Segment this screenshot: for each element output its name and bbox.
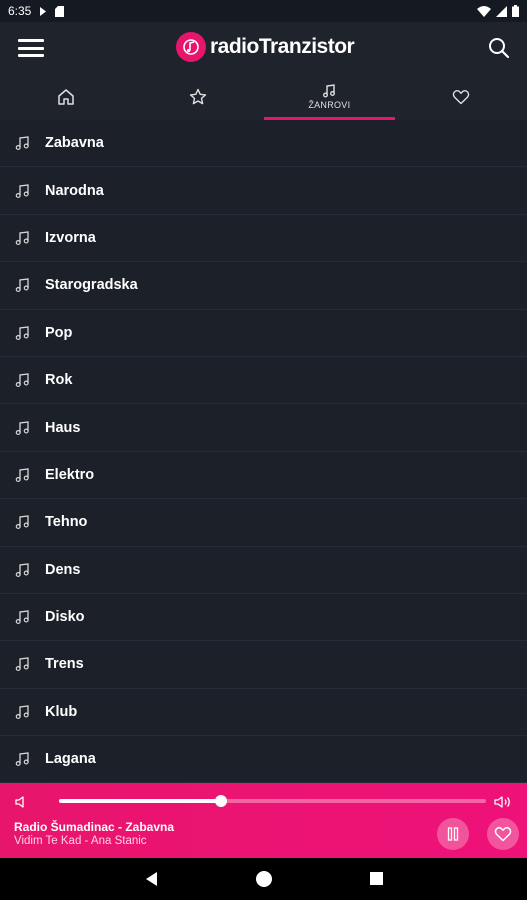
tab-bar: ŽANROVI: [0, 74, 527, 120]
genre-label: Dens: [45, 561, 81, 578]
music-note-icon: [14, 562, 30, 578]
star-icon: [189, 88, 206, 105]
genre-label: Starogradska: [45, 277, 138, 294]
music-note-icon: [14, 325, 30, 341]
genre-item[interactable]: Narodna: [0, 167, 527, 215]
genre-label: Klub: [45, 703, 78, 720]
battery-icon: [512, 5, 519, 17]
genre-label: Tehno: [45, 514, 88, 531]
genre-label: Pop: [45, 324, 73, 341]
pause-button[interactable]: [437, 818, 469, 850]
mini-player: Radio Šumadinac - Zabavna Vidim Te Kad -…: [0, 783, 527, 858]
tab-liked[interactable]: [395, 74, 527, 120]
music-note-icon: [14, 514, 30, 530]
genre-label: Trens: [45, 656, 84, 673]
genre-item[interactable]: Starogradska: [0, 262, 527, 310]
status-time: 6:35: [8, 4, 32, 18]
music-note-icon: [14, 230, 30, 246]
back-icon[interactable]: [144, 871, 158, 887]
tab-favorites-stations[interactable]: [132, 74, 264, 120]
genre-item[interactable]: Elektro: [0, 452, 527, 500]
recent-apps-icon[interactable]: [370, 872, 383, 885]
genre-item[interactable]: Zabavna: [0, 120, 527, 168]
genre-item[interactable]: Dens: [0, 547, 527, 594]
genre-item[interactable]: Pop: [0, 310, 527, 357]
genre-label: Lagana: [45, 751, 96, 768]
genre-label: Narodna: [45, 182, 104, 199]
now-playing-track: Vidim Te Kad - Ana Stanic: [14, 835, 147, 847]
music-note-icon: [14, 135, 30, 151]
signal-icon: [496, 5, 507, 17]
status-bar: 6:35: [0, 0, 527, 22]
genre-item[interactable]: Klub: [0, 689, 527, 737]
pause-icon: [447, 827, 459, 841]
music-note-icon: [14, 420, 30, 436]
genre-label: Haus: [45, 419, 81, 436]
genre-item[interactable]: Izvorna: [0, 215, 527, 263]
music-note-icon: [14, 277, 30, 293]
genre-item[interactable]: Trens: [0, 641, 527, 689]
genre-item[interactable]: Lagana: [0, 736, 527, 783]
tab-home[interactable]: [0, 74, 132, 120]
volume-slider-thumb[interactable]: [215, 795, 228, 807]
music-note-icon: [14, 609, 30, 625]
now-playing-station: Radio Šumadinac - Zabavna: [14, 820, 175, 834]
home-button-icon[interactable]: [256, 871, 272, 887]
logo-music-icon: [176, 32, 206, 62]
system-nav-bar: [0, 858, 527, 900]
genre-label: Zabavna: [45, 135, 104, 152]
favorite-button[interactable]: [487, 818, 519, 850]
music-note-icon: [14, 467, 30, 483]
search-icon[interactable]: [487, 36, 511, 60]
genre-list: Zabavna Narodna Izvorna Starogradska Pop Rok H…: [0, 120, 527, 783]
music-note-icon: [14, 751, 30, 767]
home-icon: [58, 89, 74, 105]
hamburger-menu-icon[interactable]: [18, 36, 44, 60]
genre-item[interactable]: Disko: [0, 594, 527, 642]
music-note-icon: [14, 656, 30, 672]
genre-item[interactable]: Rok: [0, 357, 527, 405]
genre-label: Izvorna: [45, 229, 96, 246]
app-bar: radioTranzistor: [0, 22, 527, 74]
sd-card-icon: [55, 5, 65, 17]
music-note-icon: [14, 372, 30, 388]
genre-item[interactable]: Tehno: [0, 499, 527, 547]
volume-low-icon[interactable]: [14, 794, 30, 810]
play-notification-icon: [40, 6, 47, 16]
volume-slider-fill: [59, 799, 222, 803]
tab-genres[interactable]: ŽANROVI: [263, 74, 396, 120]
app-logo: radioTranzistor: [176, 32, 355, 62]
genre-item[interactable]: Haus: [0, 404, 527, 452]
genre-label: Disko: [45, 609, 85, 626]
genre-label: Rok: [45, 372, 73, 389]
music-note-icon: [14, 183, 30, 199]
tab-genres-label: ŽANROVI: [308, 100, 351, 110]
wifi-icon: [477, 5, 491, 17]
app-title: radioTranzistor: [210, 35, 355, 58]
genre-label: Elektro: [45, 466, 95, 483]
music-note-icon: [14, 704, 30, 720]
heart-icon: [452, 90, 470, 105]
heart-icon: [494, 826, 512, 842]
music-note-icon: [323, 84, 336, 98]
volume-high-icon[interactable]: [493, 794, 513, 810]
volume-slider[interactable]: [59, 795, 486, 807]
